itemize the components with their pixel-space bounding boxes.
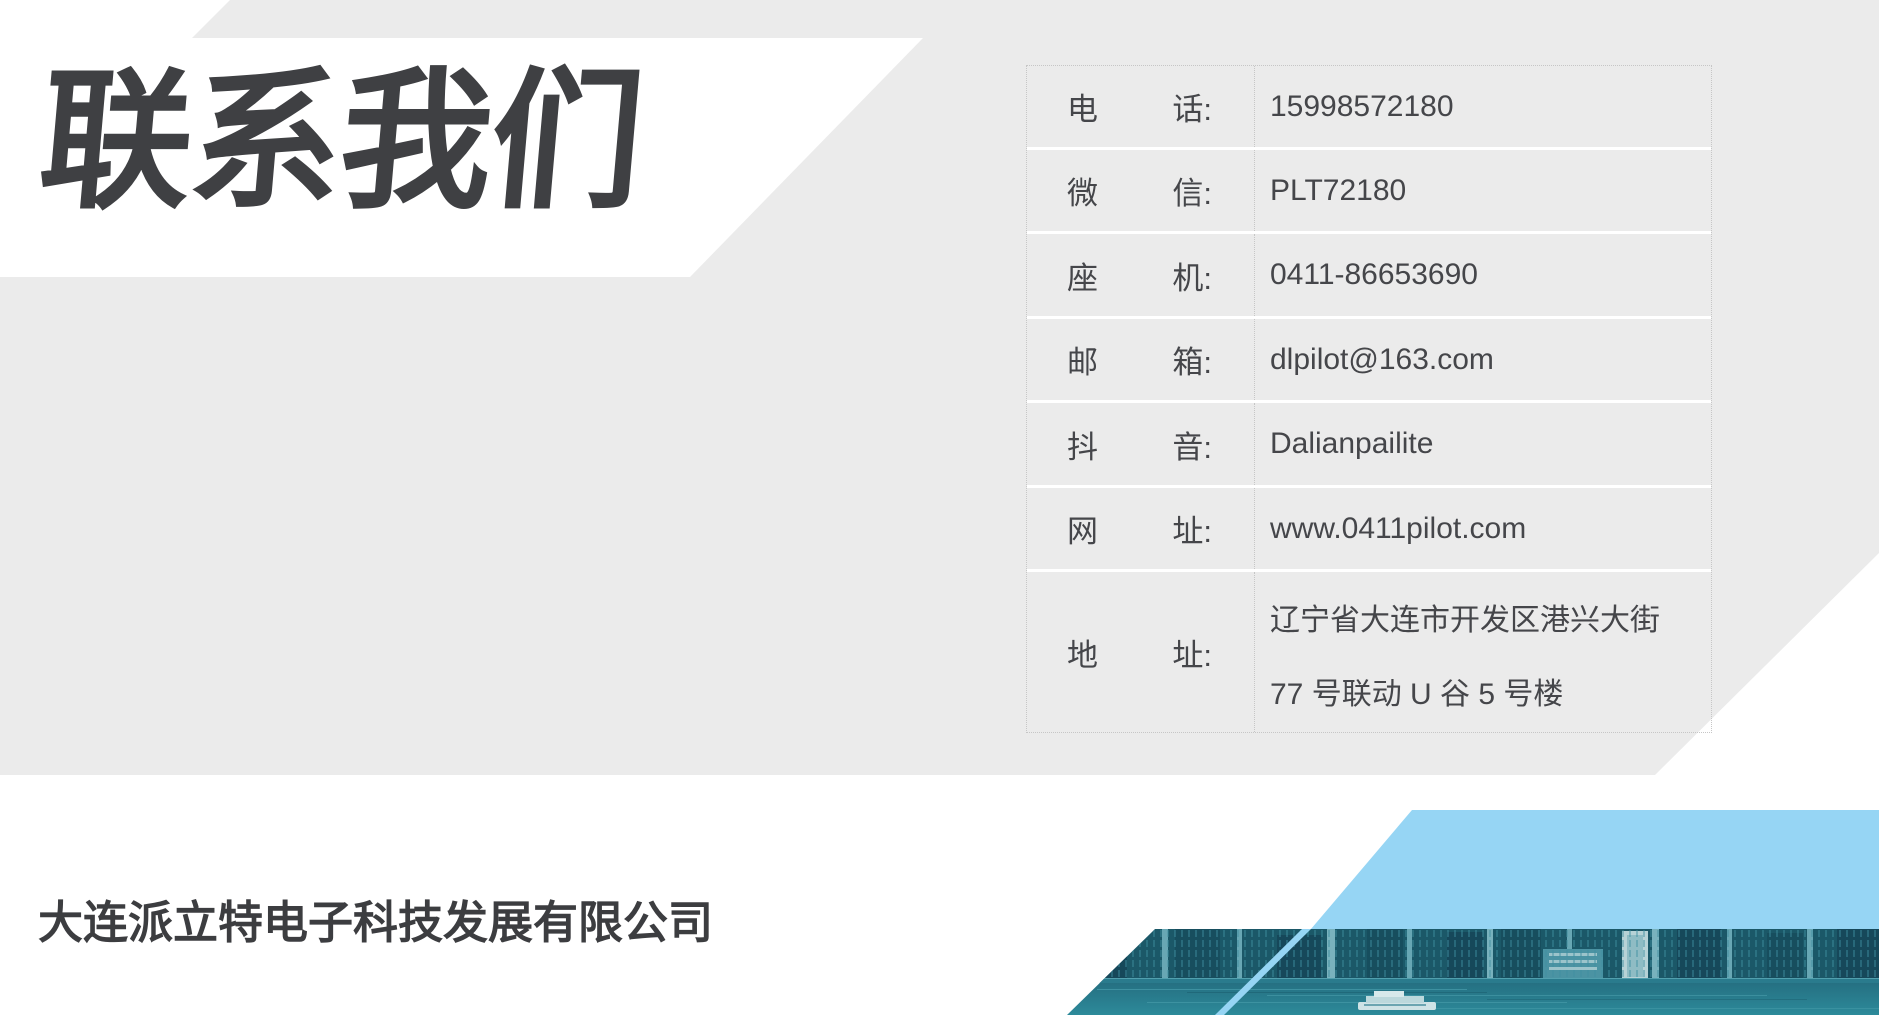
contact-table: 电 话: 15998572180 微 信: PLT72180 座 机: 0411… <box>1026 65 1712 733</box>
label-char: 网 <box>1067 506 1098 551</box>
label-char: 机: <box>1172 253 1212 298</box>
table-row-address: 地 址: 辽宁省大连市开发区港兴大街 77 号联动 U 谷 5 号楼 <box>1027 572 1711 732</box>
address-line-2: 77 号联动 U 谷 5 号楼 <box>1270 658 1563 732</box>
label-char: 箱: <box>1172 337 1212 382</box>
label-char: 址: <box>1172 630 1212 675</box>
table-row-douyin: 抖 音: Dalianpailite <box>1027 403 1711 488</box>
row-label: 地 址: <box>1027 572 1255 732</box>
row-label: 邮 箱: <box>1027 319 1255 400</box>
address-value: 辽宁省大连市开发区港兴大街 77 号联动 U 谷 5 号楼 <box>1255 572 1711 732</box>
email-value: dlpilot@163.com <box>1255 319 1711 400</box>
table-row-website: 网 址: www.0411pilot.com <box>1027 488 1711 572</box>
row-label: 抖 音: <box>1027 403 1255 485</box>
label-char: 信: <box>1172 168 1212 213</box>
row-label: 网 址: <box>1027 488 1255 569</box>
table-row-wechat: 微 信: PLT72180 <box>1027 150 1711 234</box>
cityscape-photo <box>1067 929 1879 1015</box>
row-label: 微 信: <box>1027 150 1255 231</box>
page-title: 联系我们 <box>34 66 647 218</box>
phone-value: 15998572180 <box>1255 66 1711 147</box>
label-char: 音: <box>1172 422 1212 467</box>
address-line-1: 辽宁省大连市开发区港兴大街 <box>1270 584 1660 658</box>
table-row-phone: 电 话: 15998572180 <box>1027 66 1711 150</box>
company-name: 大连派立特电子科技发展有限公司 <box>38 886 713 951</box>
label-char: 地 <box>1067 630 1098 675</box>
row-label: 电 话: <box>1027 66 1255 147</box>
label-char: 抖 <box>1067 422 1098 467</box>
table-row-landline: 座 机: 0411-86653690 <box>1027 234 1711 319</box>
website-value: www.0411pilot.com <box>1255 488 1711 569</box>
wechat-value: PLT72180 <box>1255 150 1711 231</box>
douyin-value: Dalianpailite <box>1255 403 1711 485</box>
label-char: 座 <box>1067 253 1098 298</box>
label-char: 电 <box>1067 84 1098 129</box>
label-char: 址: <box>1172 506 1212 551</box>
row-label: 座 机: <box>1027 234 1255 316</box>
label-char: 微 <box>1067 168 1098 213</box>
label-char: 话: <box>1172 84 1212 129</box>
slide: 联系我们 电 话: 15998572180 微 信: PLT72180 座 机:… <box>0 0 1879 1015</box>
landline-value: 0411-86653690 <box>1255 234 1711 316</box>
label-char: 邮 <box>1067 337 1098 382</box>
table-row-email: 邮 箱: dlpilot@163.com <box>1027 319 1711 403</box>
